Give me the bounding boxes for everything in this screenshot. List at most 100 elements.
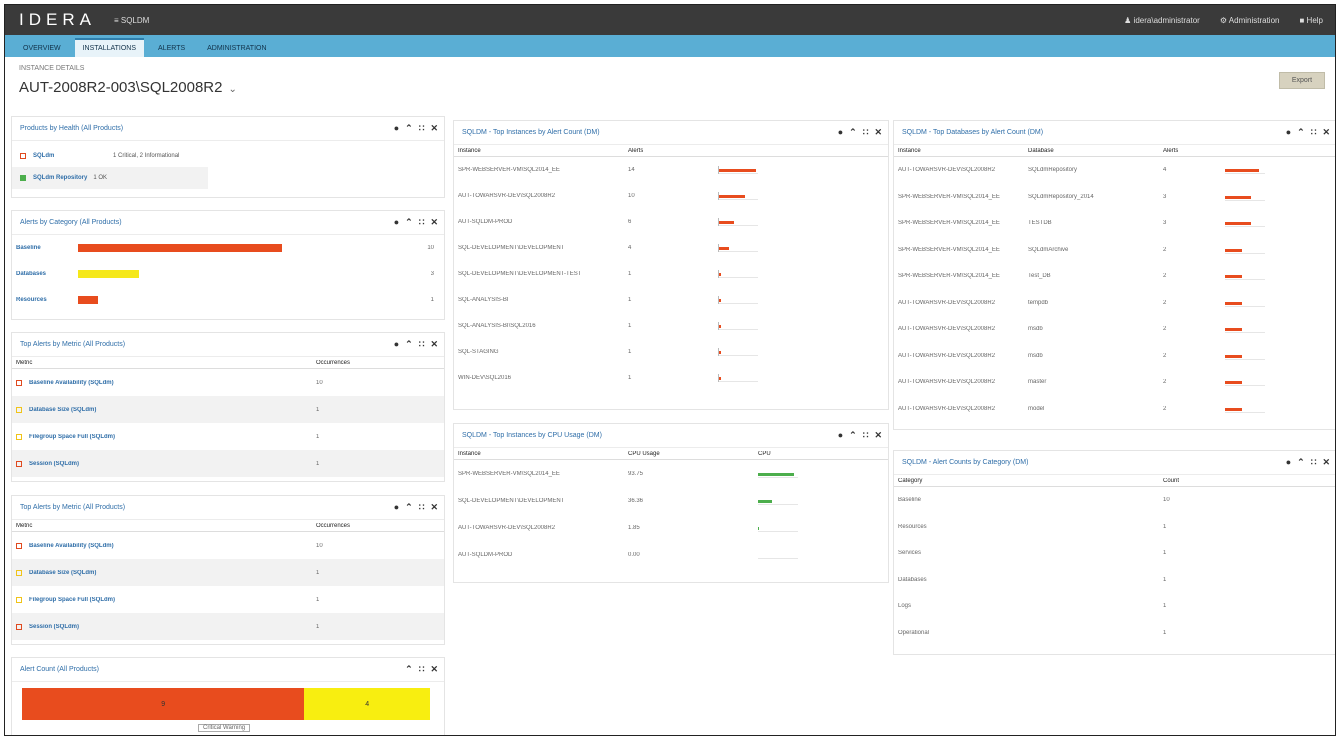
gear-icon[interactable]: ●: [394, 123, 399, 134]
cpu-bar[interactable]: [758, 526, 759, 530]
instance-name[interactable]: AUT-TOWARSVR-DEV\SQL2008R2: [458, 525, 628, 531]
instance-name[interactable]: AUT-TOWARSVR-DEV\SQL2008R2: [898, 167, 1028, 173]
close-icon[interactable]: ✕: [430, 217, 438, 228]
alert-bar[interactable]: [1225, 195, 1251, 199]
cpu-bar[interactable]: [758, 472, 794, 476]
collapse-icon[interactable]: ⌃: [405, 339, 413, 350]
instance-name[interactable]: SQL-DEVELOPMENT\DEVELOPMENT: [458, 245, 628, 251]
admin-link[interactable]: ⚙ Administration: [1220, 16, 1280, 25]
column-header[interactable]: Alerts: [628, 148, 643, 154]
column-header[interactable]: Instance: [898, 148, 1028, 154]
instance-name[interactable]: SPR-WEBSERVER-VM\SQL2014_EE: [898, 273, 1028, 279]
gear-icon[interactable]: ●: [1286, 127, 1291, 138]
database-name[interactable]: master: [1028, 379, 1163, 385]
gear-icon[interactable]: ●: [838, 127, 843, 138]
column-header[interactable]: Occurrences: [316, 360, 350, 366]
column-header[interactable]: Metric: [16, 360, 316, 366]
category-name[interactable]: Logs: [898, 603, 1163, 609]
metric-link[interactable]: Database Size (SQLdm): [29, 407, 315, 413]
instance-name[interactable]: AUT-SQLDM-PROD: [458, 552, 628, 558]
alert-count-segment[interactable]: 4: [304, 688, 430, 720]
database-name[interactable]: model: [1028, 406, 1163, 412]
alert-bar[interactable]: [1225, 248, 1242, 252]
alert-bar[interactable]: [718, 169, 756, 172]
tab-administration[interactable]: ADMINISTRATION: [199, 40, 274, 57]
collapse-icon[interactable]: ⌃: [1297, 457, 1305, 468]
alert-count-segment[interactable]: 9: [22, 688, 305, 720]
close-icon[interactable]: ✕: [1322, 457, 1330, 468]
instance-name[interactable]: SPR-WEBSERVER-VM\SQL2014_EE: [458, 471, 628, 477]
collapse-icon[interactable]: ⌃: [849, 127, 857, 138]
instance-name[interactable]: SQL-ANALYSIS-BI\SQL2016: [458, 323, 628, 329]
alert-bar[interactable]: [1225, 381, 1242, 385]
alert-bar[interactable]: [1225, 222, 1251, 226]
user-menu[interactable]: ♟ idera\administrator: [1124, 16, 1200, 25]
instance-name[interactable]: SPR-WEBSERVER-VM\SQL2014_EE: [898, 194, 1028, 200]
tab-overview[interactable]: OVERVIEW: [15, 40, 69, 57]
column-header[interactable]: Category: [898, 478, 1163, 484]
close-icon[interactable]: ✕: [430, 664, 438, 675]
column-header[interactable]: Metric: [16, 523, 316, 529]
instance-selector[interactable]: AUT-2008R2-003\SQL2008R2 ⌄: [19, 79, 237, 96]
database-name[interactable]: SQLdmRepository_2014: [1028, 194, 1163, 200]
column-header[interactable]: CPU: [758, 451, 771, 457]
metric-link[interactable]: Baseline Availability (SQLdm): [29, 543, 315, 549]
gear-icon[interactable]: ●: [394, 339, 399, 350]
metric-link[interactable]: Database Size (SQLdm): [29, 570, 315, 576]
collapse-icon[interactable]: ⌃: [405, 502, 413, 513]
gear-icon[interactable]: ●: [1286, 457, 1291, 468]
collapse-icon[interactable]: ⌃: [405, 123, 413, 134]
instance-name[interactable]: SQL-ANALYSIS-BI: [458, 297, 628, 303]
tab-alerts[interactable]: ALERTS: [150, 40, 193, 57]
metric-link[interactable]: Session (SQLdm): [29, 461, 315, 467]
close-icon[interactable]: ✕: [430, 339, 438, 350]
column-header[interactable]: Instance: [458, 148, 628, 154]
expand-icon[interactable]: ∷: [863, 127, 869, 138]
alert-bar[interactable]: [1225, 354, 1242, 358]
database-name[interactable]: SQLdmArchive: [1028, 247, 1163, 253]
alert-bar[interactable]: [1225, 328, 1242, 332]
expand-icon[interactable]: ∷: [419, 123, 425, 134]
alert-bar[interactable]: [1225, 169, 1259, 173]
product-link[interactable]: SQLdm Repository: [33, 175, 87, 181]
gear-icon[interactable]: ●: [394, 217, 399, 228]
instance-name[interactable]: AUT-TOWARSVR-DEV\SQL2008R2: [458, 193, 628, 199]
database-name[interactable]: Test_DB: [1028, 273, 1163, 279]
column-header[interactable]: Database: [1028, 148, 1163, 154]
alert-bar[interactable]: [1225, 407, 1242, 411]
metric-link[interactable]: Filegroup Space Full (SQLdm): [29, 597, 315, 603]
column-header[interactable]: Alerts: [1163, 148, 1178, 154]
category-label[interactable]: Resources: [16, 297, 78, 303]
alert-bar[interactable]: [718, 195, 745, 198]
database-name[interactable]: TESTDB: [1028, 220, 1163, 226]
collapse-icon[interactable]: ⌃: [849, 430, 857, 441]
close-icon[interactable]: ✕: [874, 430, 882, 441]
category-name[interactable]: Baseline: [898, 497, 1163, 503]
collapse-icon[interactable]: ⌃: [405, 664, 413, 675]
metric-link[interactable]: Session (SQLdm): [29, 624, 315, 630]
expand-icon[interactable]: ∷: [419, 664, 425, 675]
instance-name[interactable]: SPR-WEBSERVER-VM\SQL2014_EE: [898, 247, 1028, 253]
column-header[interactable]: Instance: [458, 451, 628, 457]
instance-name[interactable]: SQL-DEVELOPMENT\DEVELOPMENT: [458, 498, 628, 504]
category-bar[interactable]: [78, 296, 98, 304]
instance-name[interactable]: AUT-TOWARSVR-DEV\SQL2008R2: [898, 326, 1028, 332]
cpu-bar[interactable]: [758, 499, 772, 503]
database-name[interactable]: tempdb: [1028, 300, 1163, 306]
category-name[interactable]: Resources: [898, 524, 1163, 530]
close-icon[interactable]: ✕: [874, 127, 882, 138]
column-header[interactable]: Count: [1163, 478, 1179, 484]
close-icon[interactable]: ✕: [430, 123, 438, 134]
expand-icon[interactable]: ∷: [419, 217, 425, 228]
product-link[interactable]: SQLdm: [33, 153, 113, 159]
expand-icon[interactable]: ∷: [1311, 457, 1317, 468]
column-header[interactable]: CPU Usage: [628, 451, 758, 457]
database-name[interactable]: msdb: [1028, 353, 1163, 359]
category-name[interactable]: Databases: [898, 577, 1163, 583]
collapse-icon[interactable]: ⌃: [1297, 127, 1305, 138]
alert-bar[interactable]: [718, 221, 734, 224]
expand-icon[interactable]: ∷: [1311, 127, 1317, 138]
instance-name[interactable]: AUT-TOWARSVR-DEV\SQL2008R2: [898, 379, 1028, 385]
category-name[interactable]: Operational: [898, 630, 1163, 636]
tab-installations[interactable]: INSTALLATIONS: [74, 38, 145, 57]
